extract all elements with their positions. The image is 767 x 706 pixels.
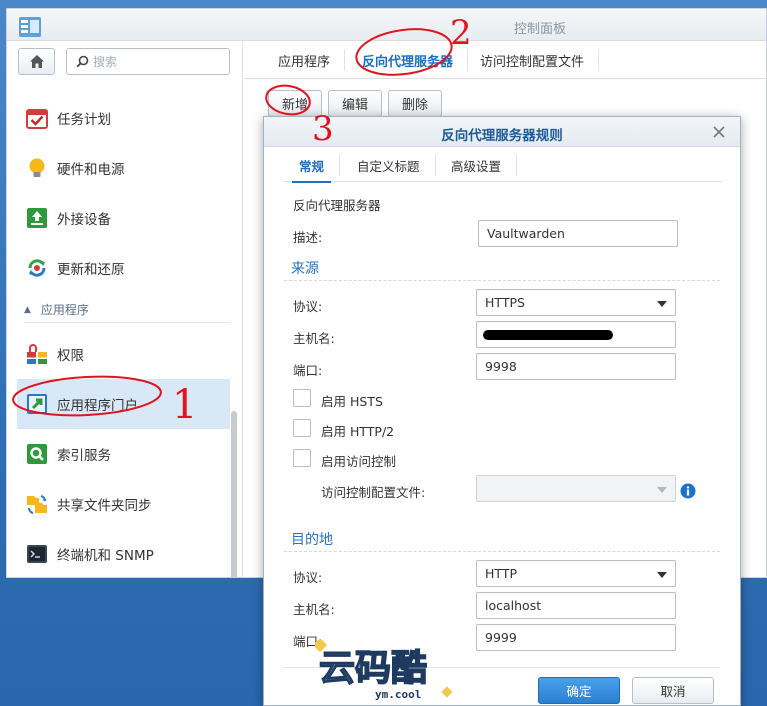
sidebar-scrollbar[interactable] [231,411,237,577]
home-icon [30,55,44,68]
sidebar-item-terminal-snmp[interactable]: 终端机和 SNMP [17,529,230,577]
access-profile-select[interactable] [476,475,676,502]
tab-applications[interactable]: 应用程序 [264,49,346,71]
sidebar-section-applications[interactable]: ▲ 应用程序 [24,297,230,323]
chevron-down-icon [657,572,667,578]
destination-protocol-select[interactable]: HTTP [476,560,676,587]
search-box[interactable] [66,48,230,75]
sidebar-item-label: 外接设备 [57,212,111,228]
external-device-icon [27,208,47,228]
app-portal-icon [27,394,47,414]
edit-button[interactable]: 编辑 [328,90,383,117]
dialog-title: 反向代理服务器规则 [441,128,563,144]
destination-hostname-label: 主机名: [293,602,335,617]
chevron-down-icon [657,301,667,307]
source-port-label: 端口: [293,363,323,378]
destination-section-title: 目的地 [291,532,333,548]
create-button[interactable]: 新增 [268,90,323,117]
source-port-input[interactable]: 9998 [476,353,676,380]
update-restore-icon [28,259,46,277]
tab-custom-header[interactable]: 自定义标题 [342,154,436,176]
dialog-header: 反向代理服务器规则 [264,117,740,147]
description-value: Vaultwarden [487,226,565,241]
folder-sync-icon [27,495,47,514]
source-port-value: 9998 [485,359,517,374]
main-tabbar: 应用程序 反向代理服务器 访问控制配置文件 [244,41,766,79]
source-section-title: 来源 [291,261,319,277]
destination-hostname-value: localhost [485,598,542,613]
access-control-label: 启用访问控制 [321,454,397,469]
sidebar-item-label: 任务计划 [57,112,111,128]
http2-checkbox[interactable] [293,419,311,437]
sidebar-item-shared-folder-sync[interactable]: 共享文件夹同步 [17,479,230,529]
watermark-text: 云码酷 [319,648,427,689]
sidebar-item-external-devices[interactable]: 外接设备 [17,193,230,243]
delete-button[interactable]: 删除 [388,90,443,117]
sidebar-item-hardware-power[interactable]: 硬件和电源 [17,143,230,193]
destination-protocol-label: 协议: [293,570,323,585]
watermark-subtext: ym.cool [375,688,421,701]
access-profile-label: 访问控制配置文件: [321,485,426,500]
sidebar: 任务计划 硬件和电源 外接设备 [7,41,243,577]
control-panel-app-icon [19,17,41,37]
sidebar-item-privileges[interactable]: 权限 [17,329,230,379]
watermark-logo: 云码酷 ym.cool [315,640,453,701]
sidebar-item-label: 终端机和 SNMP [57,548,154,564]
sidebar-item-label: 应用程序门户 [57,398,138,414]
dialog-tabbar: 常规 自定义标题 高级设置 [284,148,722,183]
source-protocol-value: HTTPS [485,295,525,310]
reverse-proxy-rule-dialog: 反向代理服务器规则 常规 自定义标题 高级设置 反向代理服务器 描述: Vaul… [263,116,741,706]
destination-divider [284,551,720,552]
window-titlebar: 控制面板 [7,9,766,41]
access-control-checkbox[interactable] [293,449,311,467]
home-button[interactable] [18,48,55,75]
search-icon [76,55,89,68]
sidebar-item-update-restore[interactable]: 更新和还原 [17,243,230,293]
source-hostname-label: 主机名: [293,331,335,346]
source-divider [284,280,720,281]
cancel-button[interactable]: 取消 [632,677,714,704]
sidebar-item-indexing-service[interactable]: 索引服务 [17,429,230,479]
source-protocol-select[interactable]: HTTPS [476,289,676,316]
terminal-icon [27,545,47,563]
destination-protocol-value: HTTP [485,566,517,581]
hsts-checkbox[interactable] [293,389,311,407]
index-search-icon [27,444,47,464]
source-hostname-input[interactable] [476,321,676,348]
privileges-icon [27,344,47,364]
sidebar-item-application-portal[interactable]: 应用程序门户 [17,379,230,429]
source-protocol-label: 协议: [293,299,323,314]
description-label: 描述: [293,230,323,245]
destination-port-input[interactable]: 9999 [476,624,676,651]
sidebar-section-label: 应用程序 [40,303,89,317]
sidebar-item-label: 更新和还原 [57,262,125,278]
http2-label: 启用 HTTP/2 [321,424,395,439]
window-title: 控制面板 [513,22,566,37]
sidebar-item-label: 权限 [57,348,84,364]
redacted-hostname [483,330,613,340]
rule-header-label: 反向代理服务器 [293,198,381,213]
destination-port-value: 9999 [485,630,517,645]
destination-hostname-input[interactable]: localhost [476,592,676,619]
lightbulb-icon [29,158,45,177]
ok-button[interactable]: 确定 [538,677,620,704]
sidebar-item-label: 索引服务 [57,448,111,464]
sidebar-item-label: 硬件和电源 [57,162,125,178]
tab-general[interactable]: 常规 [284,154,341,183]
sidebar-item-label: 共享文件夹同步 [57,498,152,514]
info-icon[interactable] [680,483,696,499]
sidebar-item-task-scheduler[interactable]: 任务计划 [17,93,230,143]
calendar-check-icon [26,109,48,129]
close-icon[interactable] [712,125,726,139]
description-input[interactable]: Vaultwarden [478,220,678,247]
tab-advanced-settings[interactable]: 高级设置 [436,154,518,176]
tab-access-control-profiles[interactable]: 访问控制配置文件 [466,49,600,71]
hsts-label: 启用 HSTS [321,394,383,409]
collapse-caret-icon: ▲ [24,304,31,315]
chevron-down-icon [657,487,667,493]
tab-reverse-proxy[interactable]: 反向代理服务器 [348,49,469,71]
search-input[interactable] [93,53,223,71]
